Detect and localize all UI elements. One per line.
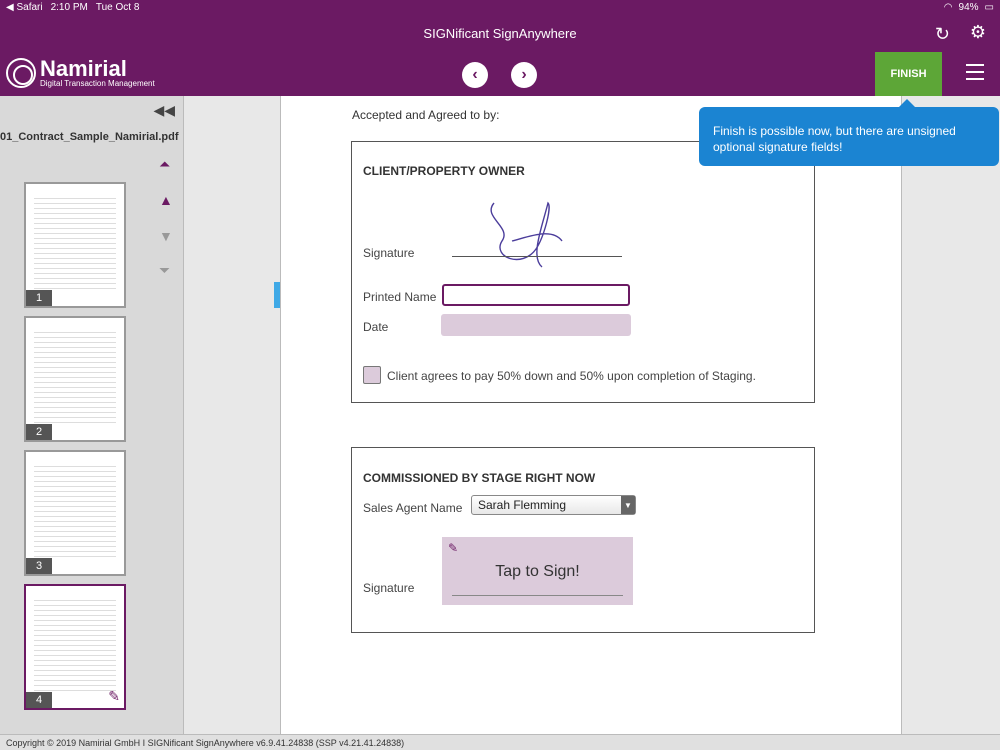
- signature-line: [452, 595, 623, 596]
- previous-page-icon[interactable]: ▲: [159, 192, 173, 208]
- date-label: Date: [363, 320, 389, 334]
- document-page: Accepted and Agreed to by: CLIENT/PROPER…: [280, 96, 902, 734]
- finish-button[interactable]: FINISH: [875, 52, 942, 96]
- copyright-footer: Copyright © 2019 Namirial GmbH I SIGNifi…: [0, 734, 1000, 750]
- commission-signature-label: Signature: [363, 581, 415, 595]
- page-thumbnail-2[interactable]: 2: [24, 316, 126, 442]
- status-bar-left: ◀ Safari 2:10 PM Tue Oct 8: [6, 2, 139, 13]
- previous-field-button[interactable]: ‹: [462, 62, 488, 88]
- accepted-text: Accepted and Agreed to by:: [352, 108, 500, 122]
- chevron-right-icon: ›: [521, 66, 527, 83]
- chevron-left-icon: ‹: [472, 66, 478, 83]
- status-date: Tue Oct 8: [95, 2, 140, 13]
- commission-box-title: COMMISSIONED BY STAGE RIGHT NOW: [363, 471, 596, 485]
- status-bar-right: ◠ 94% ▭: [944, 2, 994, 13]
- printed-name-input[interactable]: [442, 284, 630, 306]
- last-page-icon[interactable]: ⏷: [159, 262, 170, 279]
- tap-to-sign-field[interactable]: ✎ Tap to Sign!: [442, 537, 633, 605]
- sales-agent-label: Sales Agent Name: [363, 501, 463, 515]
- payment-terms-text: Client agrees to pay 50% down and 50% up…: [387, 369, 756, 383]
- document-filename: 01_Contract_Sample_Namirial.pdf: [0, 131, 179, 143]
- app-title: SIGNificant SignAnywhere: [423, 26, 577, 41]
- logo: Namirial Digital Transaction Management: [6, 58, 155, 88]
- page-number: 1: [26, 290, 52, 306]
- page-thumbnail-4[interactable]: 4 ✎: [24, 584, 126, 710]
- commission-box: COMMISSIONED BY STAGE RIGHT NOW Sales Ag…: [351, 447, 815, 633]
- page-sidebar: ◀◀ 01_Contract_Sample_Namirial.pdf ⏶ ▲ ▼…: [0, 96, 184, 734]
- battery-icon: ▭: [984, 2, 994, 13]
- first-page-icon[interactable]: ⏶: [159, 156, 170, 173]
- battery-level: 94%: [958, 2, 979, 13]
- tap-to-sign-text: Tap to Sign!: [495, 563, 580, 580]
- edit-signature-icon: ✎: [108, 688, 120, 704]
- refresh-icon[interactable]: ↻: [935, 24, 950, 45]
- document-viewer: Accepted and Agreed to by: CLIENT/PROPER…: [184, 96, 1000, 734]
- page-number: 2: [26, 424, 52, 440]
- signature-label: Signature: [363, 246, 415, 260]
- date-field[interactable]: [441, 314, 631, 336]
- next-page-icon[interactable]: ▼: [159, 228, 173, 244]
- logo-tagline: Digital Transaction Management: [40, 79, 155, 88]
- finish-tooltip: Finish is possible now, but there are un…: [699, 99, 999, 166]
- dropdown-arrow-icon: ▼: [621, 496, 635, 514]
- page-number: 3: [26, 558, 52, 574]
- page-thumbnails: 1 2 3 4 ✎: [24, 182, 126, 718]
- edit-signature-icon: ✎: [448, 541, 459, 555]
- back-to-safari[interactable]: ◀ Safari: [6, 2, 43, 13]
- printed-name-label: Printed Name: [363, 290, 437, 304]
- payment-terms-checkbox[interactable]: [363, 366, 381, 384]
- page-thumbnail-3[interactable]: 3: [24, 450, 126, 576]
- nav-bar: Namirial Digital Transaction Management …: [0, 52, 1000, 96]
- client-box-title: CLIENT/PROPERTY OWNER: [363, 164, 525, 178]
- client-signature[interactable]: [482, 197, 572, 277]
- status-time: 2:10 PM: [50, 2, 88, 13]
- hamburger-menu-icon[interactable]: [966, 64, 984, 80]
- title-bar: ◀ Safari 2:10 PM Tue Oct 8 ◠ 94% ▭ SIGNi…: [0, 0, 1000, 52]
- collapse-sidebar-icon[interactable]: ◀◀: [153, 102, 175, 119]
- sales-agent-select[interactable]: Sarah Flemming ▼: [471, 495, 636, 515]
- page-thumbnail-1[interactable]: 1: [24, 182, 126, 308]
- page-number: 4: [26, 692, 52, 708]
- sales-agent-value: Sarah Flemming: [478, 498, 567, 512]
- namirial-logo-icon: [6, 58, 36, 88]
- wifi-icon: ◠: [943, 2, 953, 13]
- gear-icon[interactable]: ⚙: [970, 22, 986, 43]
- logo-name: Namirial: [40, 56, 127, 81]
- next-field-button[interactable]: ›: [511, 62, 537, 88]
- signature-line: [452, 256, 622, 257]
- client-owner-box: CLIENT/PROPERTY OWNER Signature Printed …: [351, 141, 815, 403]
